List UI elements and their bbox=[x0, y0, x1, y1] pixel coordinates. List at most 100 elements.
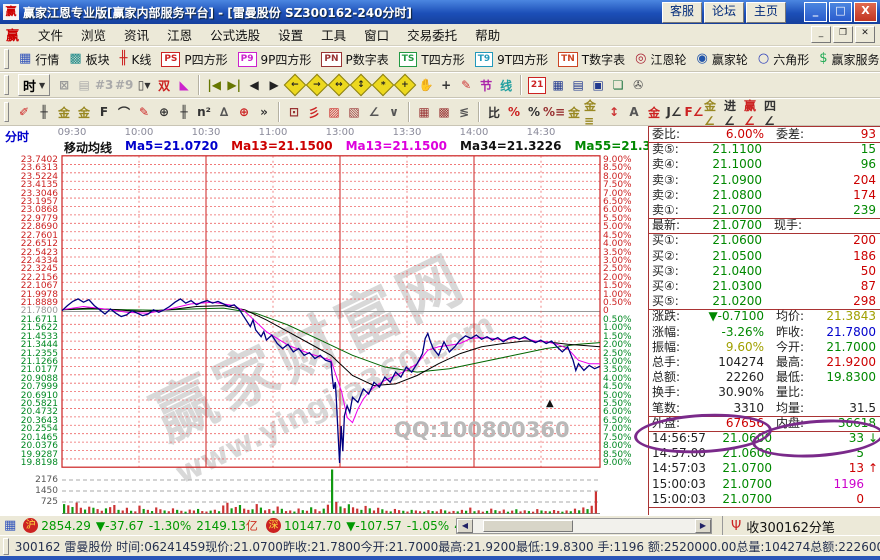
horizontal-scrollbar[interactable]: ◀ ▶ bbox=[456, 518, 712, 534]
gann-expand-icon[interactable]: ↔ bbox=[328, 74, 351, 97]
time-scale-tool-icon[interactable]: ╫ bbox=[174, 102, 194, 122]
mdi-close-button[interactable]: ✕ bbox=[855, 26, 875, 43]
menu-item-设置[interactable]: 设置 bbox=[269, 23, 312, 46]
menu-item-浏览[interactable]: 浏览 bbox=[72, 23, 115, 46]
toolbar-hexagon[interactable]: ○六角形 bbox=[753, 50, 814, 69]
line-tool-icon[interactable]: 线 bbox=[496, 75, 516, 95]
menu-item-文件[interactable]: 文件 bbox=[29, 23, 72, 46]
scroll-right-icon[interactable]: ▶ bbox=[695, 519, 711, 533]
candle-style-tool-icon[interactable]: ▯▼ bbox=[134, 75, 154, 95]
last-bar-icon[interactable]: ▶| bbox=[224, 75, 244, 95]
grid-fill-tool-icon[interactable]: ▩ bbox=[434, 102, 454, 122]
close-button[interactable]: X bbox=[854, 2, 877, 22]
note-tool-icon[interactable]: ▤ bbox=[74, 75, 94, 95]
toolbar-t-number-table[interactable]: TNT数字表 bbox=[553, 50, 630, 69]
maximize-button[interactable]: □ bbox=[829, 2, 852, 22]
hatch-box-tool-icon[interactable]: ▨ bbox=[324, 102, 344, 122]
gold-circle-tool-icon[interactable]: 金 bbox=[564, 102, 584, 122]
gann-scale-tool-icon[interactable]: ╫ bbox=[34, 102, 54, 122]
fibonacci-tool-icon[interactable]: F bbox=[94, 102, 114, 122]
percent-tool-icon[interactable]: % bbox=[524, 102, 544, 122]
advance-angle-tool-icon[interactable]: 进∠ bbox=[724, 102, 744, 122]
chart-canvas[interactable] bbox=[0, 126, 648, 515]
golden-section-tool-icon[interactable]: 金 bbox=[54, 102, 74, 122]
period-dropdown[interactable]: 时 ▼ bbox=[18, 74, 50, 96]
menu-item-江恩[interactable]: 江恩 bbox=[158, 23, 201, 46]
gann-star-icon[interactable]: * bbox=[372, 74, 395, 97]
calculator-tool-icon[interactable]: ▦ bbox=[548, 75, 568, 95]
memo-tool-icon[interactable]: ▤ bbox=[568, 75, 588, 95]
gann-cross-icon[interactable]: + bbox=[394, 74, 417, 97]
pencil-scale-tool-icon[interactable]: ✎ bbox=[134, 102, 154, 122]
mdi-restore-button[interactable]: ❐ bbox=[833, 26, 853, 43]
hand-tool-icon[interactable]: ✋ bbox=[416, 75, 436, 95]
gold-lines-tool-icon[interactable]: 金≡ bbox=[584, 102, 604, 122]
next-bar-icon[interactable]: ▶ bbox=[264, 75, 284, 95]
updown-mark-tool-icon[interactable]: ↕ bbox=[604, 102, 624, 122]
menu-item-交易委托[interactable]: 交易委托 bbox=[398, 23, 466, 46]
menu-item-资讯[interactable]: 资讯 bbox=[115, 23, 158, 46]
webpage-tool-icon[interactable]: ❏ bbox=[608, 75, 628, 95]
minimize-button[interactable]: _ bbox=[804, 2, 827, 22]
menu-item-工具[interactable]: 工具 bbox=[312, 23, 355, 46]
f-angle-tool-icon[interactable]: F∠ bbox=[684, 102, 704, 122]
toolbar-kline[interactable]: ╫K线 bbox=[115, 50, 157, 69]
toolbar-winner-service[interactable]: $赢家服务 bbox=[814, 50, 880, 69]
zigzag-tool-icon[interactable]: ∨ bbox=[384, 102, 404, 122]
titlebar-button-客服[interactable]: 客服 bbox=[662, 2, 702, 23]
gold-gann-angle-tool-icon[interactable]: 金∠ bbox=[704, 102, 724, 122]
toolbar-p-number-table[interactable]: PNP数字表 bbox=[316, 50, 393, 69]
circle-cycle-tool-icon[interactable]: ⊕ bbox=[154, 102, 174, 122]
arc-tool-icon[interactable]: ⌒ bbox=[114, 102, 134, 122]
titlebar-button-论坛[interactable]: 论坛 bbox=[704, 2, 744, 23]
win-angle-tool-icon[interactable]: 赢∠ bbox=[744, 102, 764, 122]
mdi-minimize-button[interactable]: _ bbox=[811, 26, 831, 43]
gann-shift-left-icon[interactable]: ← bbox=[284, 74, 307, 97]
scrollbar-thumb[interactable] bbox=[483, 520, 573, 532]
net-grid-tool-icon[interactable]: ⊠ bbox=[54, 75, 74, 95]
save-tool-icon[interactable]: ▣ bbox=[588, 75, 608, 95]
menu-item-窗口[interactable]: 窗口 bbox=[355, 23, 398, 46]
angle-line-tool-icon[interactable]: ∠ bbox=[364, 102, 384, 122]
toolbar-sectors[interactable]: ▩板块 bbox=[64, 50, 114, 69]
ray-fan-tool-icon[interactable]: 彡 bbox=[304, 102, 324, 122]
target-circle-tool-icon[interactable]: ⊕ bbox=[234, 102, 254, 122]
bars-9-tool-icon[interactable]: #9 bbox=[114, 75, 134, 95]
gold-angle-tool-icon[interactable]: 金 bbox=[644, 102, 664, 122]
compare-tool-icon[interactable]: 双 bbox=[154, 75, 174, 95]
square-num-tool-icon[interactable]: n² bbox=[194, 102, 214, 122]
brush-tool-icon[interactable]: ✐ bbox=[14, 102, 34, 122]
toolbar-p-square[interactable]: PSP四方形 bbox=[156, 50, 232, 69]
crosshair-tool-icon[interactable]: + bbox=[436, 75, 456, 95]
scroll-left-icon[interactable]: ◀ bbox=[457, 519, 473, 533]
printer-tool-icon[interactable]: ✇ bbox=[628, 75, 648, 95]
toolbar-t-square[interactable]: TST四方形 bbox=[394, 50, 470, 69]
titlebar-button-主页[interactable]: 主页 bbox=[746, 2, 786, 23]
menu-item-公式选股[interactable]: 公式选股 bbox=[201, 23, 269, 46]
four-angle-tool-icon[interactable]: 四∠ bbox=[764, 102, 784, 122]
golden-band-tool-icon[interactable]: 金 bbox=[74, 102, 94, 122]
toolbar-gann-wheel[interactable]: ◎江恩轮 bbox=[630, 50, 691, 69]
more-tools-icon[interactable]: » bbox=[254, 102, 274, 122]
j-angle-tool-icon[interactable]: J∠ bbox=[664, 102, 684, 122]
box-grid-tool-icon[interactable]: ⊡ bbox=[284, 102, 304, 122]
grid-tool-icon[interactable]: ▦ bbox=[414, 102, 434, 122]
toolbar-winner-wheel[interactable]: ◉赢家轮 bbox=[692, 50, 753, 69]
prev-bar-icon[interactable]: ◀ bbox=[244, 75, 264, 95]
toolbar-quotes[interactable]: ▦行情 bbox=[14, 50, 64, 69]
color-chart-tool-icon[interactable]: ◣ bbox=[174, 75, 194, 95]
toolbar-9t-square[interactable]: T99T四方形 bbox=[470, 50, 553, 69]
first-bar-icon[interactable]: |◀ bbox=[204, 75, 224, 95]
gann-compress-icon[interactable]: ↕ bbox=[350, 74, 373, 97]
mark-tool-icon[interactable]: ✎ bbox=[456, 75, 476, 95]
wave-abc-tool-icon[interactable]: A bbox=[624, 102, 644, 122]
ratio-tool-icon[interactable]: 比 bbox=[484, 102, 504, 122]
percent-retrace-tool-icon[interactable]: % bbox=[504, 102, 524, 122]
menu-item-帮助[interactable]: 帮助 bbox=[466, 23, 509, 46]
triangle-ruler-tool-icon[interactable]: ∆ bbox=[214, 102, 234, 122]
hatch-box2-tool-icon[interactable]: ▧ bbox=[344, 102, 364, 122]
gann-shift-right-icon[interactable]: → bbox=[306, 74, 329, 97]
toolbar-9p-square[interactable]: P99P四方形 bbox=[233, 50, 317, 69]
bars-3-tool-icon[interactable]: #3 bbox=[94, 75, 114, 95]
calendar-tool-icon[interactable]: 21 bbox=[528, 77, 546, 94]
